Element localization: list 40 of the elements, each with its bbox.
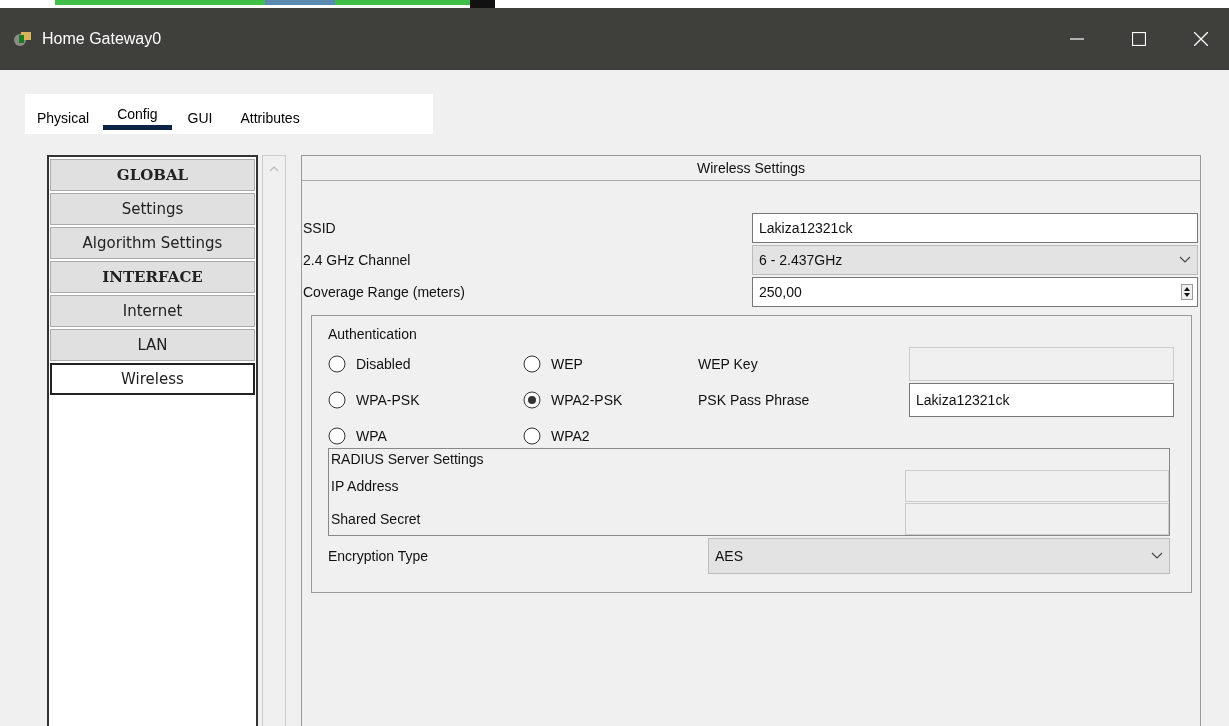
chevron-down-icon [1179, 256, 1191, 264]
field-label: 2.4 GHz Channel [303, 252, 411, 268]
field-label: PSK Pass Phrase [698, 392, 811, 408]
radio-button[interactable]: Disabled [328, 355, 523, 373]
chevron-down-icon [1151, 552, 1163, 560]
panel-title: Wireless Settings [302, 156, 1200, 181]
coverage-spinbox[interactable]: 250,00 [752, 277, 1198, 307]
tab[interactable]: GUI [187, 94, 213, 134]
field-label: Coverage Range (meters) [303, 284, 465, 300]
radio-button[interactable]: WPA-PSK [328, 391, 523, 409]
tab[interactable]: Physical [37, 94, 90, 134]
field-label: WEP Key [698, 356, 759, 372]
group-title: Authentication [328, 326, 418, 342]
sidebar-item[interactable]: Wireless [50, 363, 255, 395]
pass-phrase-field[interactable]: Lakiza12321ck [909, 383, 1174, 417]
radio-button[interactable]: WEP [523, 355, 698, 373]
sidebar-item[interactable]: Internet [50, 295, 255, 327]
sidebar-item[interactable]: GLOBAL [50, 159, 255, 191]
close-icon [1194, 32, 1208, 46]
sidebar-item[interactable]: Settings [50, 193, 255, 225]
field-label: SSID [303, 220, 336, 236]
radio-button[interactable]: WPA2-PSK [523, 391, 698, 409]
window-title: Home Gateway0 [42, 30, 162, 48]
radio-button[interactable]: WPA [328, 427, 523, 445]
maximize-icon [1132, 32, 1146, 46]
group-title: RADIUS Server Settings [330, 450, 485, 469]
tab[interactable]: Attributes [240, 94, 300, 134]
radio-button[interactable]: WPA2 [523, 427, 698, 445]
channel-dropdown[interactable]: 6 - 2.437GHz [752, 245, 1198, 275]
sidebar-item[interactable]: INTERFACE [50, 261, 255, 293]
spinner-arrows-icon[interactable] [1181, 284, 1193, 300]
scroll-up-icon[interactable] [269, 166, 279, 172]
ssid-field[interactable]: Lakiza12321ck [752, 213, 1198, 243]
field-label: Encryption Type [328, 548, 429, 564]
scrollbar[interactable] [262, 155, 286, 726]
sidebar-item[interactable]: Algorithm Settings [50, 227, 255, 259]
encryption-dropdown[interactable]: AES [708, 538, 1170, 574]
field-label: Shared Secret [330, 510, 421, 527]
sidebar-item[interactable]: LAN [50, 329, 255, 361]
field-label: IP Address [330, 477, 399, 494]
